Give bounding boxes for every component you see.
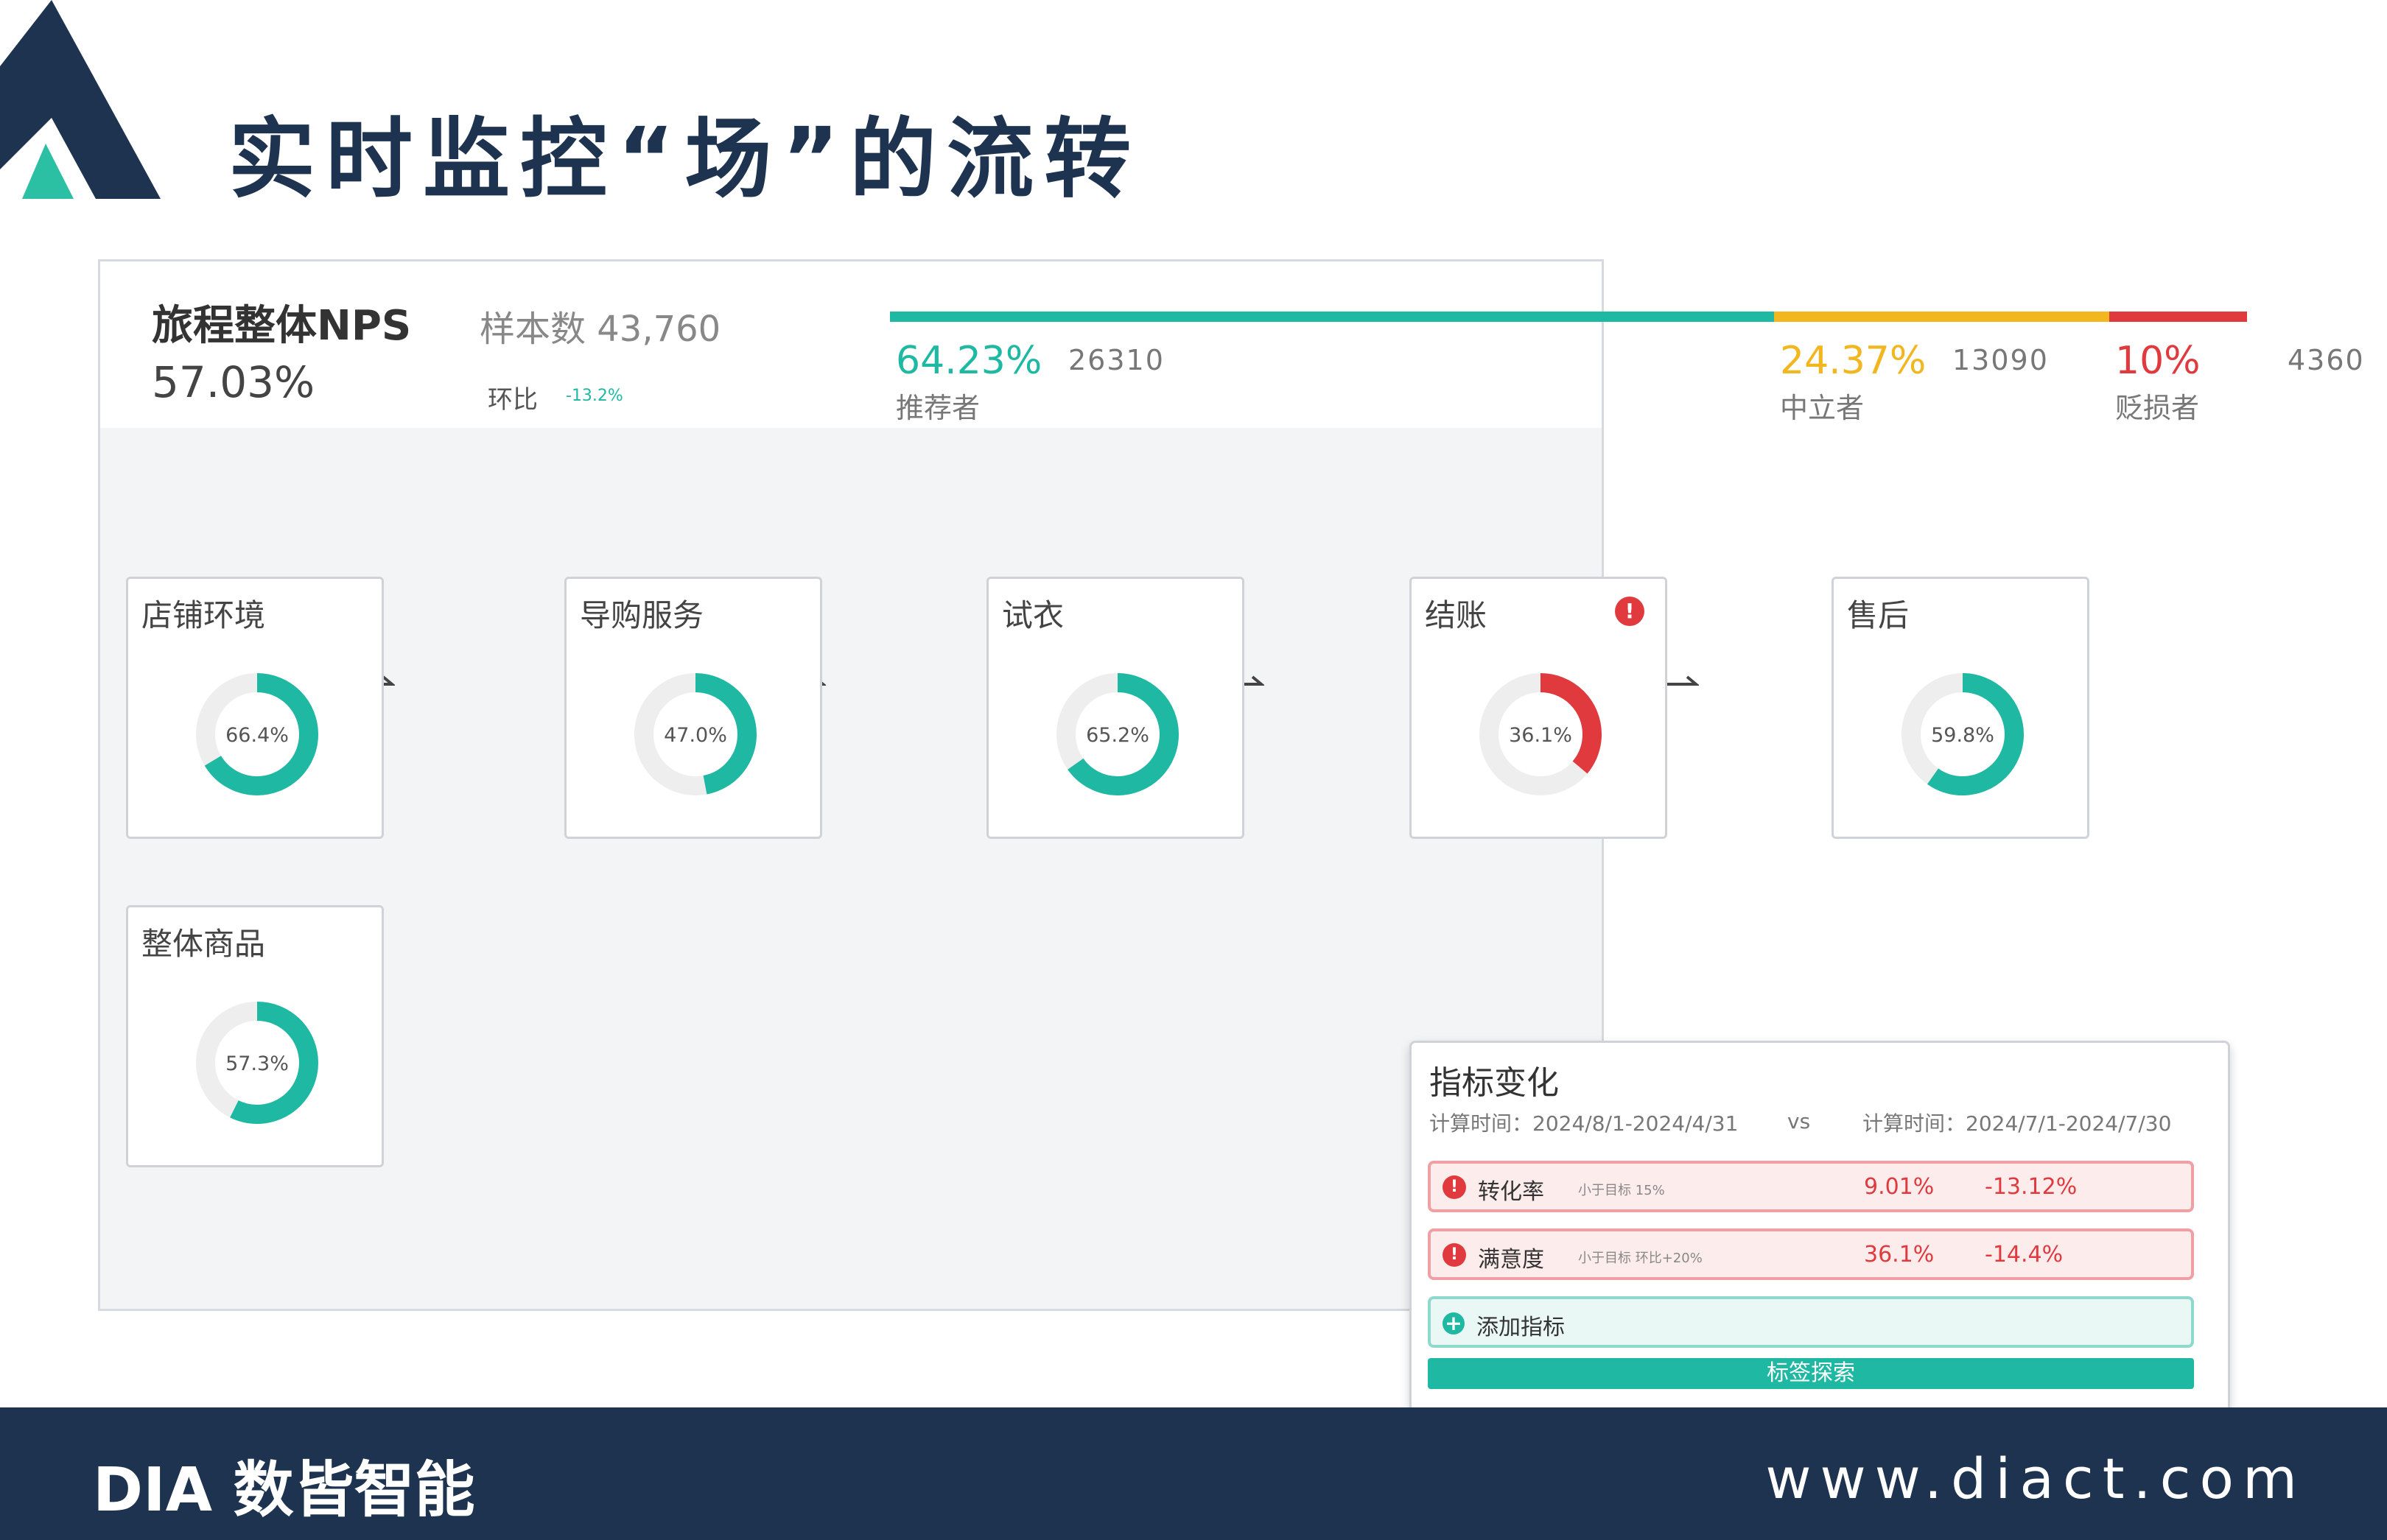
metric-change-popup: 指标变化 计算时间：2024/8/1-2024/4/31 vs 计算时间：202… [1409,1019,2230,1422]
distribution-count: 26310 [1068,344,1165,376]
nps-summary: 旅程整体NPS 57.03% 样本数 43,760 环比 -13.2% 64.2… [100,261,2363,428]
donut-label: 59.8% [1931,724,1994,747]
journey-dashboard-panel: 旅程整体NPS 57.03% 样本数 43,760 环比 -13.2% 64.2… [98,259,2363,1422]
donut-label: 36.1% [1509,724,1572,747]
metric-value: 36.1% [1864,1242,1935,1267]
distribution-segment [1774,312,2109,322]
page-title: 实时监控“场”的流转 [228,108,1142,210]
metric-card[interactable]: 结账! 36.1% [1409,577,1667,839]
alert-icon: ! [1443,1175,1466,1199]
donut-chart: 36.1% [1479,673,1602,795]
metric-name: 转化率 [1478,1179,1544,1205]
donut-chart: 65.2% [1056,673,1179,795]
popup-vs: vs [1787,1109,1811,1133]
alert-icon: ! [1443,1243,1466,1267]
distribution-segment [2109,312,2247,322]
metric-row-conversion[interactable]: ! 转化率 小于目标 15% 9.01% -13.12% [1428,1161,2194,1212]
donut-chart: 47.0% [634,673,757,795]
metric-change: -13.12% [1985,1174,2078,1200]
donut-label: 66.4% [225,724,289,747]
distribution-count: 13090 [1952,344,2049,376]
plus-icon: + [1443,1312,1465,1335]
metric-name: 满意度 [1478,1247,1544,1273]
distribution-label: 推荐者 [896,392,981,424]
metric-card[interactable]: 售后 59.8% [1832,577,2089,839]
card-title: 导购服务 [580,597,704,633]
metric-value: 9.01% [1864,1174,1935,1200]
sample-count: 样本数 43,760 [480,309,721,350]
card-title: 试衣 [1002,597,1065,633]
donut-label: 57.3% [225,1052,289,1075]
donut-chart: 59.8% [1901,673,2024,795]
add-metric-label: 添加指标 [1476,1315,1565,1340]
distribution-count: 4360 [2288,344,2365,376]
popup-title: 指标变化 [1429,1064,1559,1102]
footer-brand: DIA 数皆智能 [93,1455,475,1525]
distribution-percent: 10% [2115,339,2201,383]
alert-icon[interactable]: ! [1615,597,1644,626]
distribution-percent: 24.37% [1780,339,1927,383]
distribution-segment [890,312,1774,322]
metric-change: -14.4% [1985,1242,2064,1267]
popup-current-range: 计算时间：2024/8/1-2024/4/31 [1429,1111,1739,1136]
nps-value: 57.03% [152,357,315,407]
nps-title: 旅程整体NPS [152,302,412,350]
distribution-label: 中立者 [1780,392,1865,424]
distribution-percent: 64.23% [896,339,1042,383]
footer-bar: DIA 数皆智能 www.diact.com [0,1407,2387,1540]
donut-chart: 66.4% [196,673,318,795]
metric-row-satisfaction[interactable]: ! 满意度 小于目标 环比+20% 36.1% -14.4% [1428,1228,2194,1280]
journey-flow: 入店导购服务试衣结账售后 店铺环境66.4%导购服务47.0%试衣65.2%结账… [100,428,2230,1422]
mom-value: -13.2% [566,387,623,405]
donut-label: 65.2% [1086,724,1149,747]
footer-url: www.diact.com [1765,1446,2306,1511]
distribution-label: 贬损者 [2115,392,2200,424]
mom-label: 环比 [488,385,538,415]
metric-card[interactable]: 整体商品 57.3% [126,905,384,1167]
card-title: 整体商品 [141,926,266,962]
metric-note: 小于目标 15% [1578,1183,1665,1198]
popup-compare-range: 计算时间：2024/7/1-2024/7/30 [1862,1111,2172,1136]
metric-card[interactable]: 导购服务 47.0% [564,577,822,839]
metric-card[interactable]: 试衣 65.2% [986,577,1244,839]
add-metric-button[interactable]: + 添加指标 [1428,1296,2194,1348]
donut-chart: 57.3% [196,1002,318,1124]
card-title: 结账 [1425,597,1487,633]
brand-logo-icon [0,0,161,199]
card-title: 店铺环境 [141,597,266,633]
metric-card[interactable]: 店铺环境 66.4% [126,577,384,839]
metric-note: 小于目标 环比+20% [1578,1251,1703,1266]
card-title: 售后 [1847,597,1910,633]
tag-explore-button[interactable]: 标签探索 [1428,1358,2194,1389]
donut-label: 47.0% [664,724,727,747]
